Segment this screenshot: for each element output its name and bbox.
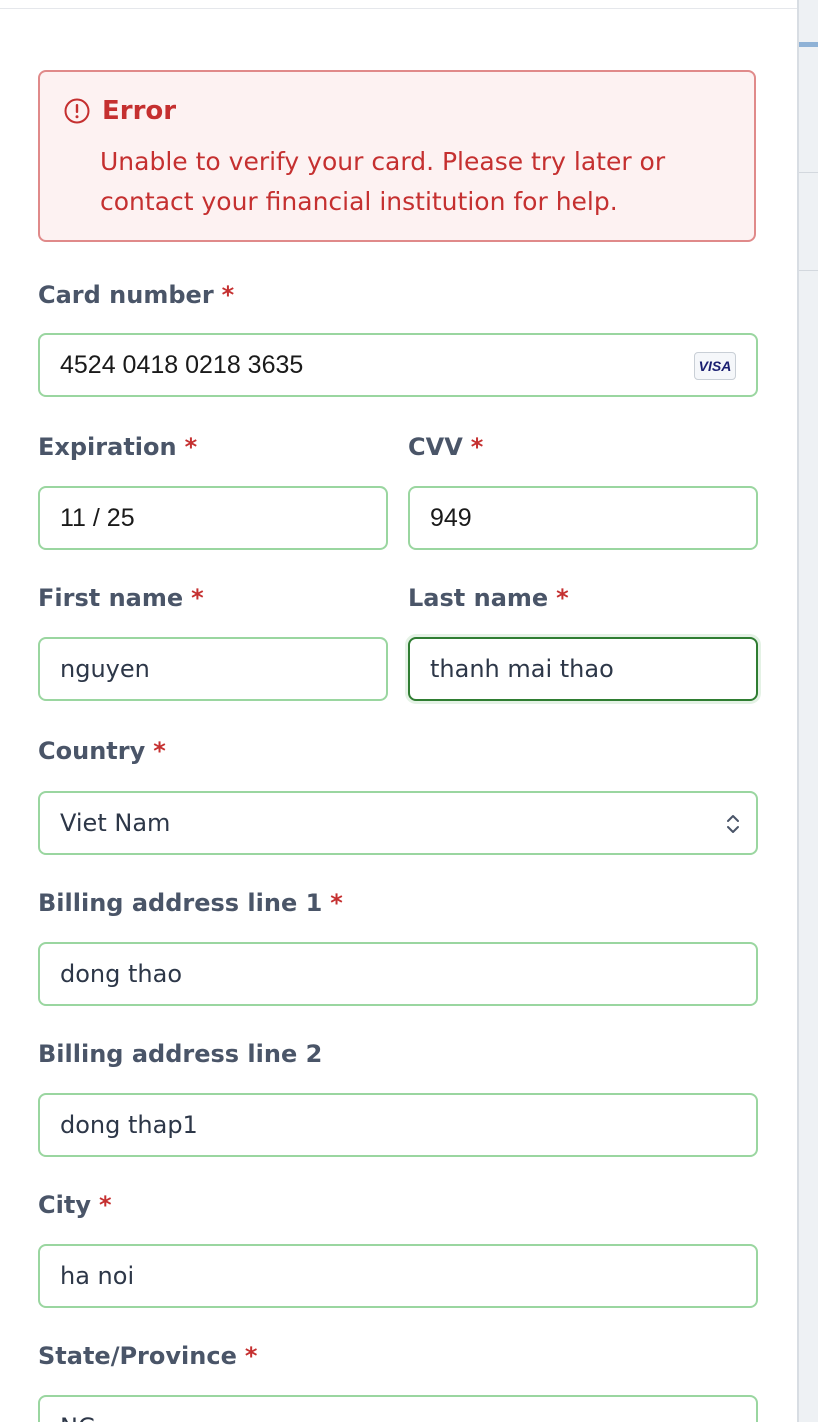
last-name-label-text: Last name [408, 584, 549, 612]
cvv-label: CVV * [408, 432, 483, 462]
error-message: Unable to verify your card. Please try l… [100, 142, 740, 222]
error-message-line-2: contact your financial institution for h… [100, 187, 618, 216]
state-label: State/Province * [38, 1341, 257, 1371]
visa-card-icon: VISA [694, 352, 736, 380]
billing-line1-label-text: Billing address line 1 [38, 889, 323, 917]
required-asterisk: * [191, 584, 204, 612]
card-number-input[interactable]: 4524 0418 0218 3635 VISA [38, 333, 758, 397]
last-name-input[interactable]: thanh mai thao [408, 637, 758, 701]
error-title: Error [102, 96, 177, 126]
expiration-label-text: Expiration [38, 433, 177, 461]
background-accent-strip [799, 42, 818, 47]
first-name-label-text: First name [38, 584, 184, 612]
card-number-label-text: Card number [38, 281, 214, 309]
exclamation-circle-icon [64, 98, 90, 124]
required-asterisk: * [153, 737, 166, 765]
select-chevron-icon [727, 815, 739, 833]
required-asterisk: * [330, 889, 343, 917]
city-value: ha noi [60, 1262, 135, 1290]
city-input[interactable]: ha noi [38, 1244, 758, 1308]
required-asterisk: * [221, 281, 235, 309]
required-asterisk: * [470, 433, 484, 461]
required-asterisk: * [98, 1191, 112, 1219]
billing-line2-input[interactable]: dong thap1 [38, 1093, 758, 1157]
cvv-value: 949 [430, 504, 472, 532]
required-asterisk: * [184, 433, 198, 461]
expiration-label: Expiration * [38, 432, 197, 462]
last-name-label: Last name * [408, 583, 569, 613]
payment-form-panel: Error Unable to verify your card. Please… [0, 0, 797, 1422]
first-name-input[interactable]: nguyen [38, 637, 388, 701]
background-row-divider [799, 172, 818, 173]
required-asterisk: * [244, 1342, 258, 1370]
error-alert: Error Unable to verify your card. Please… [38, 70, 756, 242]
card-number-label: Card number * [38, 280, 234, 310]
cvv-label-text: CVV [408, 433, 463, 461]
country-label-text: Country [38, 737, 146, 765]
billing-line1-input[interactable]: dong thao [38, 942, 758, 1006]
billing-line2-label-text: Billing address line 2 [38, 1040, 323, 1068]
country-label: Country * [38, 736, 166, 766]
state-label-text: State/Province [38, 1342, 237, 1370]
cvv-input[interactable]: 949 [408, 486, 758, 550]
state-value: NC [60, 1413, 95, 1422]
last-name-value: thanh mai thao [430, 655, 614, 683]
required-asterisk: * [556, 584, 569, 612]
billing-line2-label: Billing address line 2 [38, 1039, 322, 1069]
city-label: City * [38, 1190, 112, 1220]
panel-top-divider [0, 8, 797, 9]
city-label-text: City [38, 1191, 91, 1219]
first-name-value: nguyen [60, 655, 150, 683]
first-name-label: First name * [38, 583, 204, 613]
country-select[interactable]: Viet Nam [38, 791, 758, 855]
background-row-divider [799, 270, 818, 271]
expiration-value: 11 / 25 [60, 504, 135, 532]
billing-line1-label: Billing address line 1 * [38, 888, 343, 918]
country-value: Viet Nam [60, 809, 171, 837]
error-message-line-1: Unable to verify your card. Please try l… [100, 147, 666, 176]
state-input[interactable]: NC [38, 1395, 758, 1422]
billing-line1-value: dong thao [60, 960, 183, 988]
expiration-input[interactable]: 11 / 25 [38, 486, 388, 550]
billing-line2-value: dong thap1 [60, 1111, 198, 1139]
page: Error Unable to verify your card. Please… [0, 0, 818, 1422]
card-number-value: 4524 0418 0218 3635 [60, 351, 304, 379]
background-page-edge [799, 0, 818, 1422]
